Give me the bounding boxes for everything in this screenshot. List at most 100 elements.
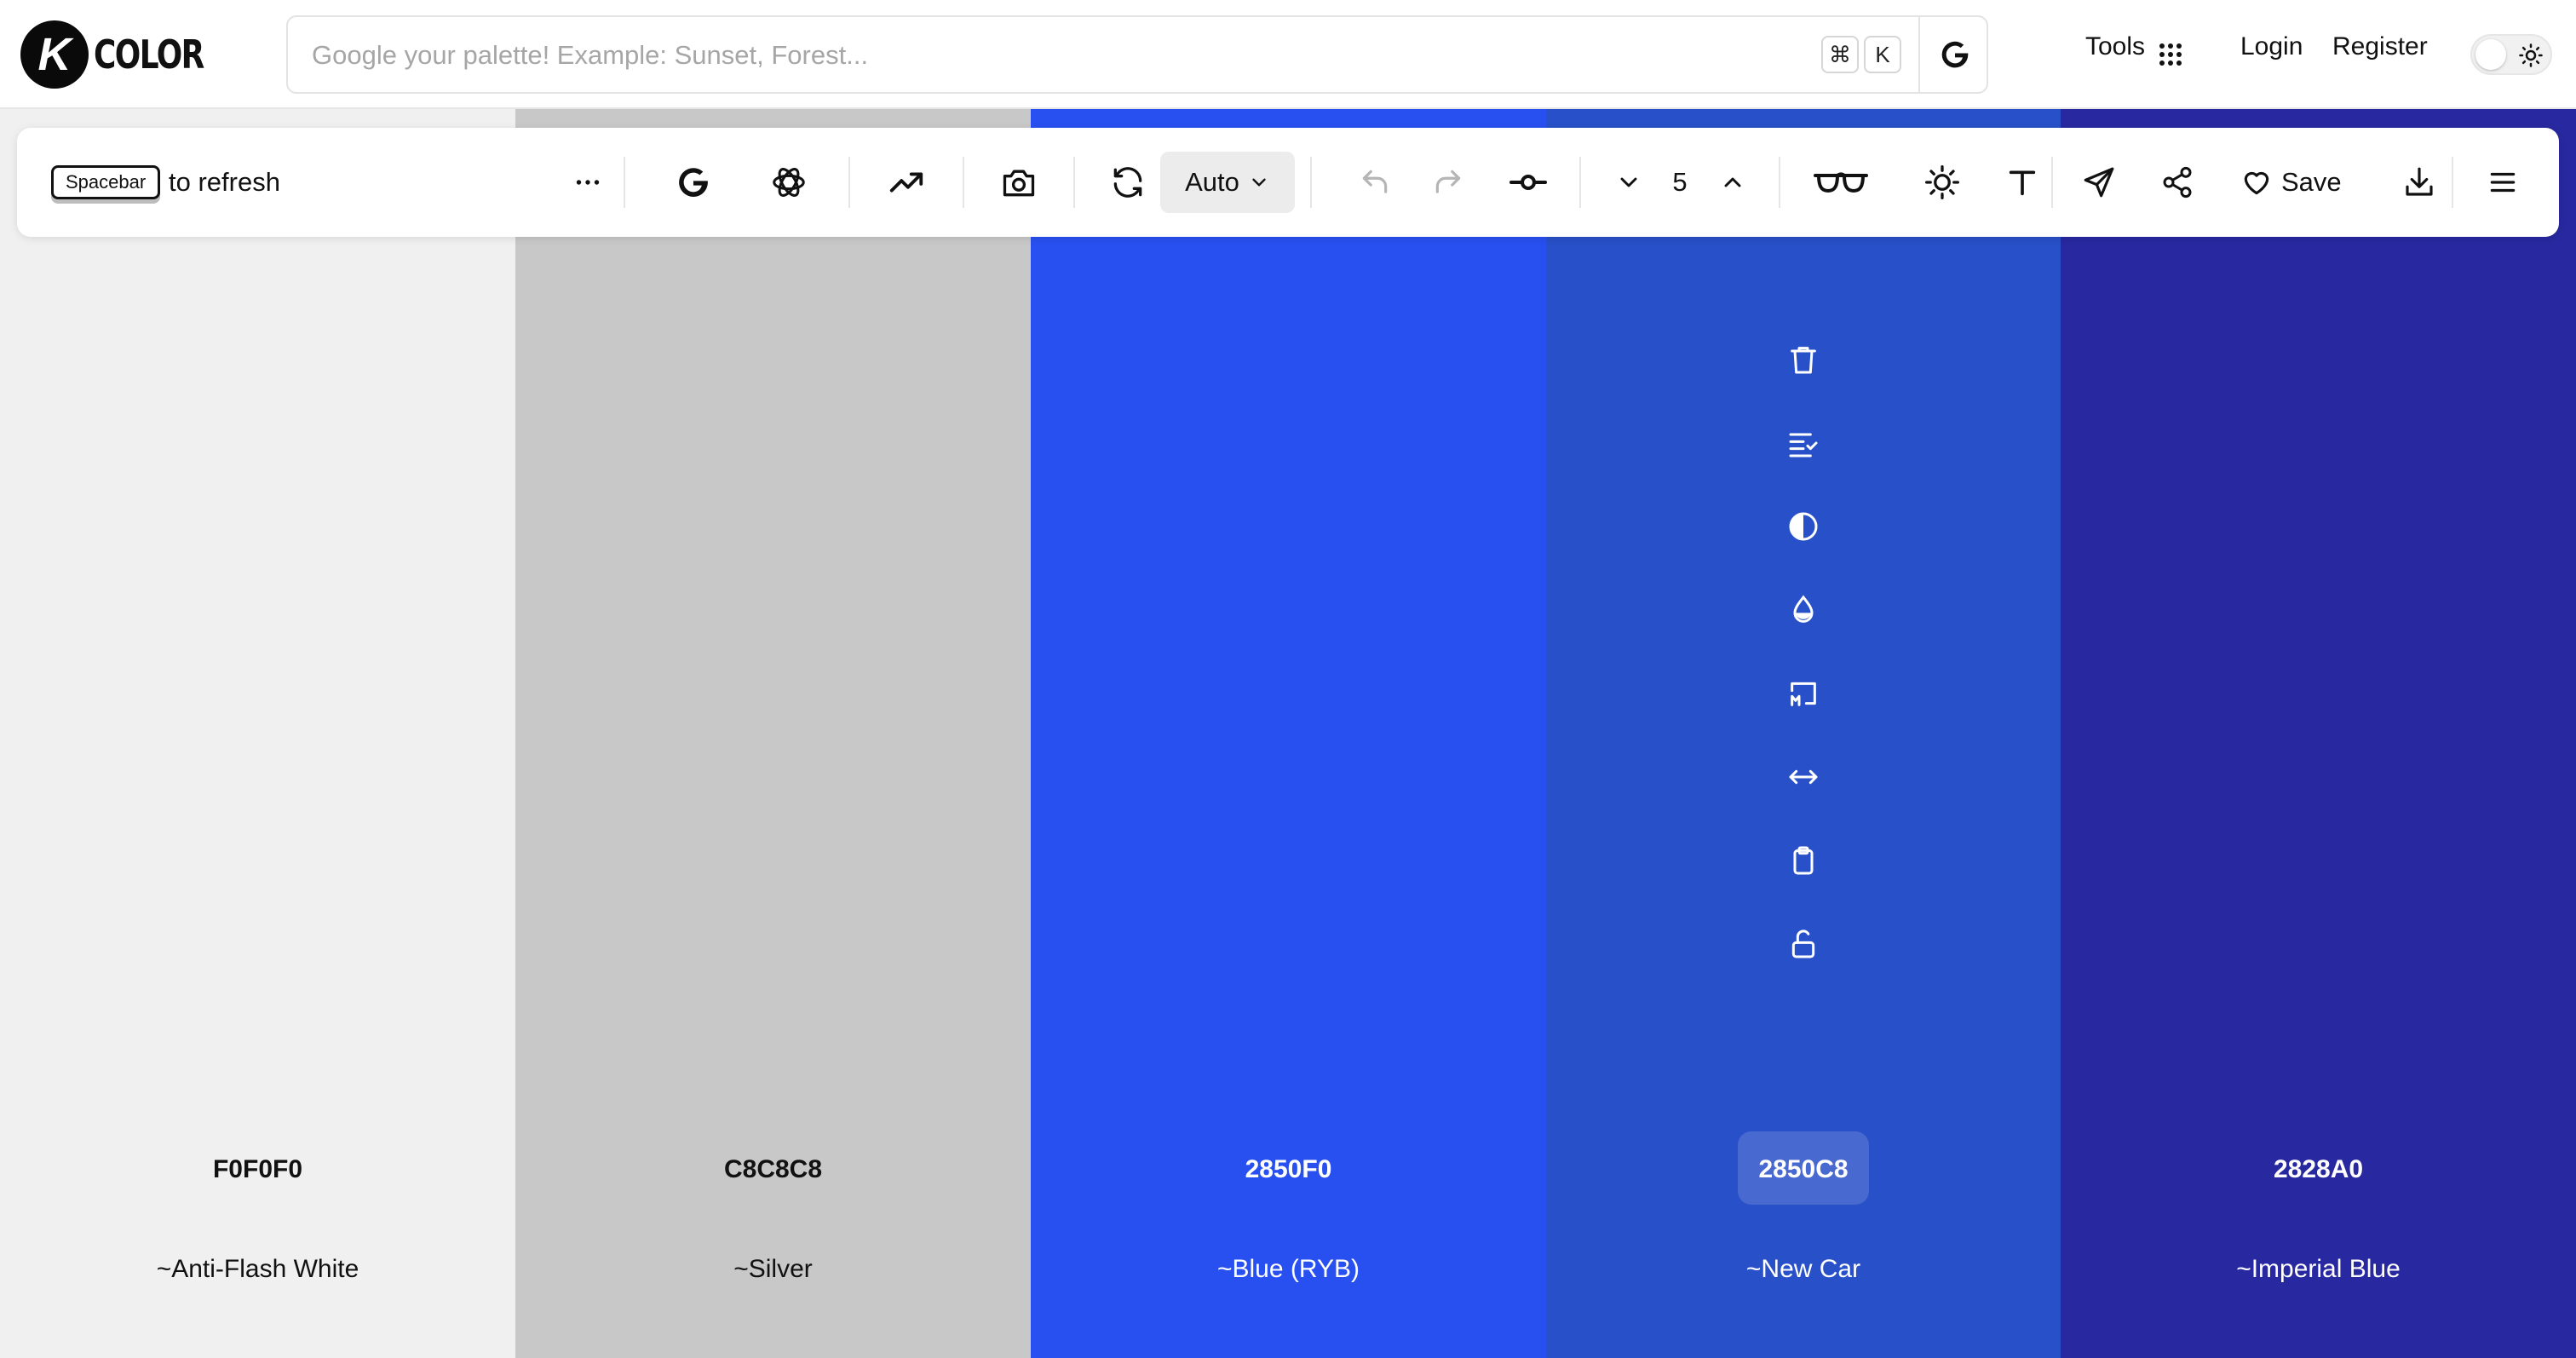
hamburger-icon: [2490, 172, 2516, 193]
save-button[interactable]: Save: [2240, 152, 2342, 213]
arrows-horizontal-icon: [1789, 769, 1818, 785]
toolbar-divider: [1779, 157, 1780, 208]
move-color-button[interactable]: [1778, 751, 1829, 803]
logo-badge: K: [20, 20, 89, 89]
color-name[interactable]: ~New Car: [1546, 1252, 2061, 1286]
toolbar-divider: [1310, 157, 1312, 208]
generation-mode-dropdown[interactable]: Auto: [1160, 152, 1295, 213]
color-name[interactable]: ~Imperial Blue: [2061, 1252, 2576, 1286]
palette-columns: F0F0F0 ~Anti-Flash White C8C8C8 ~Silver …: [0, 109, 2576, 1358]
openai-icon: [773, 168, 805, 197]
search-input[interactable]: [310, 17, 1830, 94]
toolbar-divider: [1073, 157, 1075, 208]
export-markdown-button[interactable]: [1778, 668, 1829, 719]
shades-button[interactable]: [1778, 417, 1829, 469]
toolbar-divider: [848, 157, 850, 208]
palette-toolbar: Spacebar to refresh Auto 5 Save: [17, 128, 2559, 237]
undo-icon: [1362, 170, 1388, 193]
history-button[interactable]: [1492, 128, 1564, 237]
search-divider: [1918, 17, 1920, 92]
download-button[interactable]: [2383, 128, 2455, 237]
text-icon: [2009, 170, 2036, 196]
send-icon: [2084, 167, 2114, 198]
lock-color-button[interactable]: [1778, 918, 1829, 970]
redo-icon: [1435, 170, 1461, 193]
top-header: K COLOR ⌘ K Tools Login Register: [0, 0, 2576, 109]
google-icon: [679, 168, 709, 197]
toolbar-divider: [963, 157, 964, 208]
toolbar-divider: [2051, 157, 2053, 208]
shortcut-k-key: K: [1864, 36, 1901, 73]
spacebar-key-hint: Spacebar: [51, 165, 161, 199]
brightness-button[interactable]: [1906, 128, 1978, 237]
contrast-icon: [1789, 512, 1818, 541]
trending-button[interactable]: [871, 128, 942, 237]
list-check-icon: [1789, 433, 1818, 457]
increase-count-button[interactable]: [1699, 128, 1767, 237]
toolbar-divider: [624, 157, 625, 208]
color-column-hovered[interactable]: 2850C8 ~New Car: [1546, 109, 2061, 1358]
color-column[interactable]: 2828A0 ~Imperial Blue: [2061, 109, 2576, 1358]
generation-mode-label: Auto: [1185, 167, 1239, 197]
send-button[interactable]: [2063, 128, 2135, 237]
chevron-down-icon: [1620, 177, 1637, 187]
tools-link[interactable]: Tools: [2085, 32, 2145, 61]
more-options-button[interactable]: [552, 128, 624, 237]
register-link[interactable]: Register: [2332, 32, 2428, 61]
hex-code[interactable]: 2850F0: [1031, 1153, 1546, 1187]
color-name[interactable]: ~Silver: [515, 1252, 1031, 1286]
color-column[interactable]: C8C8C8 ~Silver: [515, 109, 1031, 1358]
hex-code[interactable]: 2828A0: [2061, 1153, 2576, 1187]
hex-code[interactable]: F0F0F0: [0, 1153, 515, 1187]
unlock-icon: [1791, 929, 1815, 958]
grid-dots-icon[interactable]: [2159, 43, 2182, 66]
toolbar-divider: [1579, 157, 1581, 208]
ellipsis-icon: [576, 180, 600, 185]
download-icon: [2406, 167, 2433, 196]
theme-toggle[interactable]: [2470, 34, 2552, 75]
delete-color-button[interactable]: [1778, 334, 1829, 385]
undo-button[interactable]: [1339, 128, 1411, 237]
regenerate-button[interactable]: [1092, 128, 1164, 237]
camera-icon: [1003, 170, 1035, 197]
refresh-hint-text: to refresh: [169, 167, 280, 197]
markdown-icon: [1791, 682, 1816, 706]
trending-up-icon: [889, 172, 923, 193]
hex-code[interactable]: C8C8C8: [515, 1153, 1031, 1187]
color-column[interactable]: F0F0F0 ~Anti-Flash White: [0, 109, 515, 1358]
sun-icon: [1925, 165, 1959, 199]
color-name[interactable]: ~Blue (RYB): [1031, 1252, 1546, 1286]
contrast-button[interactable]: [1778, 501, 1829, 552]
typography-button[interactable]: [1987, 128, 2058, 237]
color-name[interactable]: ~Anti-Flash White: [0, 1252, 515, 1286]
decrease-count-button[interactable]: [1595, 128, 1663, 237]
chevron-up-icon: [1724, 177, 1741, 187]
adjust-color-button[interactable]: [1778, 584, 1829, 636]
heart-icon: [2244, 171, 2269, 195]
clipboard-icon: [1793, 846, 1814, 875]
copy-hex-button[interactable]: [1778, 835, 1829, 886]
google-palette-button[interactable]: [658, 128, 729, 237]
google-icon: [1941, 41, 1969, 68]
login-link[interactable]: Login: [2240, 32, 2303, 61]
redo-button[interactable]: [1412, 128, 1484, 237]
share-button[interactable]: [2142, 128, 2213, 237]
toolbar-divider: [2452, 157, 2453, 208]
image-picker-button[interactable]: [983, 128, 1055, 237]
menu-button[interactable]: [2467, 128, 2539, 237]
search-bar: ⌘ K: [286, 15, 1988, 94]
sun-icon: [2519, 43, 2543, 67]
save-label: Save: [2281, 167, 2342, 197]
hex-code[interactable]: 2850C8: [1546, 1153, 2061, 1187]
commit-icon: [1509, 175, 1547, 190]
shortcut-cmd-key: ⌘: [1821, 36, 1859, 73]
color-column[interactable]: 2850F0 ~Blue (RYB): [1031, 109, 1546, 1358]
ai-palette-button[interactable]: [753, 128, 825, 237]
color-blindness-button[interactable]: [1801, 128, 1881, 237]
column-action-stack: [1778, 334, 1829, 1002]
glasses-icon: [1814, 172, 1868, 193]
refresh-icon: [1113, 167, 1142, 198]
google-search-button[interactable]: [1922, 17, 1988, 92]
drop-icon: [1793, 595, 1814, 623]
logo[interactable]: K COLOR: [20, 20, 234, 89]
